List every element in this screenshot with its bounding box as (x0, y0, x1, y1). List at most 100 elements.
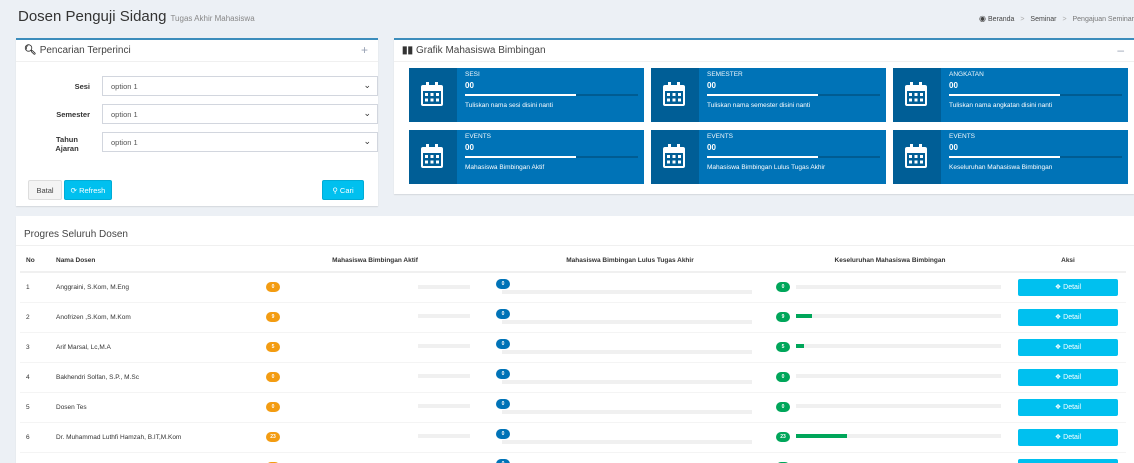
detail-button-label: Detail (1063, 313, 1082, 321)
row-number: 7 (20, 451, 50, 463)
expand-plus-icon[interactable]: + (361, 43, 368, 57)
row-number: 6 (20, 421, 50, 452)
detail-button[interactable]: ❖ Detail (1018, 338, 1118, 356)
progress-table: No Nama Dosen Mahasiswa Bimbingan Aktif … (20, 250, 1126, 463)
total-count-badge: 9 (776, 312, 790, 322)
sesi-select[interactable]: option 1 ⌄ (102, 76, 378, 96)
total-progress-bar (796, 434, 1001, 439)
lulus-cell: 0 (490, 271, 770, 302)
row-number: 3 (20, 331, 50, 362)
table-row: 2 Anofrizen ,S.Kom, M.Kom 9 0 9 ❖ Detail (20, 301, 1126, 332)
tahun-ajaran-select[interactable]: option 1 ⌄ (102, 132, 378, 152)
search-icon: ⚲ (332, 186, 338, 195)
lulus-progress-bar (502, 290, 752, 295)
total-count-badge: 0 (776, 372, 790, 382)
calendar-icon (893, 130, 941, 184)
info-box-content: SESI 00 Tuliskan nama sesi disini nanti (465, 71, 638, 109)
detail-button-label: Detail (1063, 403, 1082, 411)
info-box-label: SESI (465, 71, 480, 78)
total-count-badge: 5 (776, 342, 790, 352)
aksi-cell: ❖ Detail (1010, 421, 1126, 452)
breadcrumb-beranda[interactable]: Beranda (988, 16, 1014, 23)
aktif-progress-bar (418, 374, 470, 379)
total-progress-bar (796, 374, 1001, 379)
info-box-progress-bar (465, 156, 576, 158)
sesi-label: Sesi (74, 82, 90, 91)
info-box-content: SEMESTER 00 Tuliskan nama semester disin… (707, 71, 880, 109)
calendar-icon (409, 130, 457, 184)
column-header-lulus: Mahasiswa Bimbingan Lulus Tugas Akhir (490, 250, 770, 273)
info-box-progress (949, 94, 1122, 96)
aktif-cell: 5 (260, 331, 490, 362)
detail-button-label: Detail (1063, 433, 1082, 441)
info-box-number: 00 (465, 81, 474, 90)
info-box-progress (707, 94, 880, 96)
breadcrumb-separator: > (1020, 16, 1025, 23)
total-progress-fill (796, 344, 805, 349)
info-box-content: ANGKATAN 00 Tuliskan nama angkatan disin… (949, 71, 1122, 109)
calendar-icon (409, 68, 457, 122)
dosen-name: Arif Marsal, Lc,M.A (50, 331, 260, 362)
cancel-button[interactable]: Batal (28, 180, 62, 200)
page-title: Dosen Penguji Sidang Tugas Akhir Mahasisw… (18, 8, 255, 25)
tahun-ajaran-select-value: option 1 (111, 138, 138, 147)
dashboard-icon: ◉ (979, 14, 986, 23)
info-box-description: Mahasiswa Bimbingan Lulus Tugas Akhir (707, 164, 826, 171)
semester-label: Semester (56, 110, 90, 119)
search-button[interactable]: ⚲ Cari (322, 180, 364, 200)
lulus-count-badge: 0 (496, 398, 510, 409)
detail-button[interactable]: ❖ Detail (1018, 368, 1118, 386)
refresh-button[interactable]: ⟳ Refresh (64, 180, 112, 200)
semester-row: Semester option 1 ⌄ (24, 104, 378, 126)
info-box-description: Tuliskan nama semester disini nanti (707, 102, 811, 109)
aktif-progress-bar (418, 404, 470, 409)
sesi-select-value: option 1 (111, 82, 138, 91)
users-icon: ❖ (1054, 403, 1064, 411)
info-box-number: 00 (949, 143, 958, 152)
info-box-description: Mahasiswa Bimbingan Aktif (465, 164, 545, 171)
lulus-progress-bar (502, 439, 752, 444)
info-box-angkatan: ANGKATAN 00 Tuliskan nama angkatan disin… (893, 68, 1128, 122)
lulus-cell: 0 (490, 391, 770, 422)
aksi-cell: ❖ Detail (1010, 271, 1126, 302)
table-row: 6 Dr. Muhammad Luthfi Hamzah, B.IT,M.Kom 2… (20, 421, 1126, 452)
table-row: 1 Anggraini, S.Kom, M.Eng 0 0 0 ❖ Detail (20, 271, 1126, 302)
column-header-aktif: Mahasiswa Bimbingan Aktif (260, 250, 490, 273)
info-box-content: EVENTS 00 Mahasiswa Bimbingan Lulus Tuga… (707, 133, 880, 171)
collapse-minus-icon[interactable]: – (1117, 43, 1124, 57)
breadcrumb-separator: > (1062, 16, 1067, 23)
calendar-icon (893, 68, 941, 122)
aktif-cell: 23 (260, 421, 490, 452)
search-panel-title: 🔍︎ Pencarian Terperinci (24, 45, 131, 56)
info-box-description: Tuliskan nama sesi disini nanti (465, 102, 553, 109)
total-progress-fill (796, 434, 848, 439)
dosen-name: Dr. Okfalisa, ST., M. Sc. (50, 451, 260, 463)
detail-button[interactable]: ❖ Detail (1018, 398, 1118, 416)
breadcrumb-seminar[interactable]: Seminar (1030, 16, 1056, 23)
tahun-ajaran-label: Tahun Ajaran (55, 135, 79, 153)
info-box-lulus: EVENTS 00 Mahasiswa Bimbingan Lulus Tuga… (651, 130, 886, 184)
search-panel-title-text: Pencarian Terperinci (39, 45, 131, 56)
total-count-badge: 0 (776, 402, 790, 412)
total-count-badge: 0 (776, 282, 790, 293)
info-box-keseluruhan: EVENTS 00 Keseluruhan Mahasiswa Bimbinga… (893, 130, 1128, 184)
detail-button[interactable]: ❖ Detail (1018, 428, 1118, 446)
lulus-cell: 0 (490, 301, 770, 332)
info-box-number: 00 (707, 81, 716, 90)
detail-button[interactable]: ❖ Detail (1018, 278, 1118, 296)
semester-select[interactable]: option 1 ⌄ (102, 104, 378, 124)
users-icon: ❖ (1054, 283, 1064, 291)
aktif-cell: 9 (260, 301, 490, 332)
info-box-progress (465, 94, 638, 96)
total-cell: 0 (770, 271, 1010, 302)
row-number: 2 (20, 301, 50, 332)
lulus-progress-bar (502, 319, 752, 324)
dosen-name: Dr. Muhammad Luthfi Hamzah, B.IT,M.Kom (50, 421, 260, 452)
total-progress-bar (796, 284, 1001, 289)
aktif-progress-bar (418, 284, 470, 289)
column-header-nama: Nama Dosen (50, 250, 260, 273)
detail-button[interactable]: ❖ Detail (1018, 308, 1118, 326)
info-box-progress (949, 156, 1122, 158)
detail-button[interactable]: ❖ Detail (1018, 458, 1118, 463)
lulus-progress-bar (502, 409, 752, 414)
